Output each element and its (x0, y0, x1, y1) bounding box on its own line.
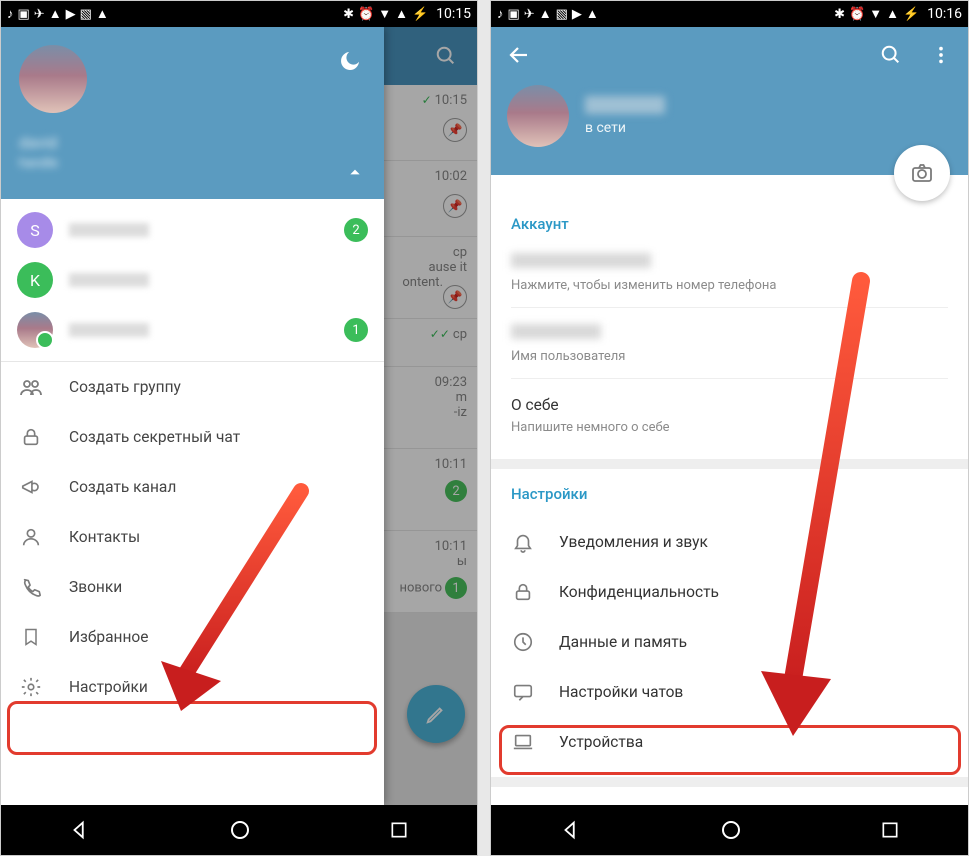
menu-new-channel[interactable]: Создать канал (1, 462, 384, 512)
setting-label: Данные и память (559, 633, 687, 651)
menu-label: Создать группу (69, 378, 181, 396)
status-icons-left: ♪▣✈▲▧▶▲ (497, 6, 599, 22)
android-nav-bar (491, 805, 968, 855)
menu-label: Контакты (69, 528, 140, 546)
profile-handle: handle (19, 156, 366, 171)
section-title: Аккаунт (511, 215, 948, 233)
back-button[interactable] (507, 43, 531, 71)
phone-left: ♪▣✈▲▶▧▲ ✱⏰▼▲⚡ 10:15 ✓ 10:15📌 10:02📌 срau… (0, 0, 478, 856)
clock-icon (511, 630, 535, 654)
drawer-menu: Создать группу Создать секретный чат Соз… (1, 362, 384, 805)
back-button[interactable] (560, 819, 582, 841)
home-button[interactable] (228, 818, 252, 842)
unread-badge: 1 (344, 318, 368, 342)
chat-icon (511, 680, 535, 704)
settings-chats[interactable]: Настройки чатов (511, 667, 948, 717)
menu-label: Создать канал (69, 478, 176, 496)
group-icon (19, 375, 43, 399)
account-item[interactable]: S 2 (1, 205, 384, 255)
main-toolbar (382, 27, 477, 85)
new-message-fab[interactable] (407, 685, 465, 743)
menu-label: Создать секретный чат (69, 428, 240, 446)
bio-field[interactable]: О себе Напишите немного о себе (511, 389, 948, 449)
menu-label: Избранное (69, 628, 148, 646)
account-avatar (17, 312, 53, 348)
android-nav-bar (1, 805, 477, 855)
settings-data[interactable]: Данные и память (511, 617, 948, 667)
profile-name (585, 96, 665, 114)
status-time: 10:16 (927, 6, 962, 22)
person-icon (19, 525, 43, 549)
menu-contacts[interactable]: Контакты (1, 512, 384, 562)
back-button[interactable] (69, 819, 91, 841)
status-bar: ♪▣✈▲▧▶▲ ✱⏰▼▲⚡ 10:16 (491, 1, 968, 27)
bell-icon (511, 530, 535, 554)
more-icon[interactable] (930, 44, 952, 70)
account-avatar: K (17, 262, 53, 298)
navigation-drawer: david handle S 2 K 1 (1, 27, 384, 805)
settings-notifications[interactable]: Уведомления и звук (511, 517, 948, 567)
menu-label: Звонки (69, 578, 122, 596)
setting-label: Устройства (559, 733, 643, 751)
gear-icon (19, 675, 43, 699)
account-item[interactable]: K (1, 255, 384, 305)
account-list: S 2 K 1 (1, 199, 384, 362)
setting-label: Конфиденциальность (559, 583, 719, 601)
recents-button[interactable] (880, 820, 900, 840)
profile-status: в сети (585, 120, 665, 136)
status-bar: ♪▣✈▲▶▧▲ ✱⏰▼▲⚡ 10:15 (1, 1, 477, 27)
night-mode-toggle[interactable] (338, 49, 362, 77)
unread-badge: 2 (344, 218, 368, 242)
profile-avatar[interactable] (507, 85, 569, 147)
profile-avatar[interactable] (19, 45, 87, 113)
lock-icon (19, 425, 43, 449)
bookmark-icon (19, 625, 43, 649)
drawer-header: david handle (1, 27, 384, 199)
account-toggle[interactable] (348, 164, 362, 183)
menu-settings[interactable]: Настройки (1, 662, 384, 712)
setting-label: Настройки чатов (559, 683, 683, 701)
search-icon[interactable] (435, 45, 457, 67)
settings-section: Настройки Уведомления и звук Конфиденциа… (491, 469, 968, 787)
laptop-icon (511, 730, 535, 754)
status-icons-right: ✱⏰▼▲⚡ 10:16 (834, 6, 962, 22)
menu-secret-chat[interactable]: Создать секретный чат (1, 412, 384, 462)
search-icon[interactable] (880, 44, 902, 70)
settings-devices[interactable]: Устройства (511, 717, 948, 767)
phone-field[interactable]: Нажмите, чтобы изменить номер телефона (511, 247, 948, 308)
status-time: 10:15 (436, 6, 471, 22)
settings-header: в сети (491, 27, 968, 175)
phone-right: ♪▣✈▲▧▶▲ ✱⏰▼▲⚡ 10:16 в сети Аккаунт (490, 0, 969, 856)
menu-saved[interactable]: Избранное (1, 612, 384, 662)
account-item[interactable]: 1 (1, 305, 384, 355)
profile-name: david (19, 133, 366, 152)
phone-icon (19, 575, 43, 599)
chat-list-background: ✓ 10:15📌 10:02📌 срause itontent. 📌 ✓✓ ср… (382, 27, 477, 805)
change-photo-button[interactable] (894, 145, 950, 201)
status-icons-right: ✱⏰▼▲⚡ 10:15 (343, 6, 471, 22)
account-avatar: S (17, 212, 53, 248)
menu-label: Настройки (69, 678, 148, 696)
lock-icon (511, 580, 535, 604)
recents-button[interactable] (389, 820, 409, 840)
status-icons-left: ♪▣✈▲▶▧▲ (7, 6, 109, 22)
section-title: Настройки (511, 485, 948, 503)
menu-new-group[interactable]: Создать группу (1, 362, 384, 412)
account-section: Аккаунт Нажмите, чтобы изменить номер те… (491, 175, 968, 469)
setting-label: Уведомления и звук (559, 533, 708, 551)
menu-calls[interactable]: Звонки (1, 562, 384, 612)
settings-privacy[interactable]: Конфиденциальность (511, 567, 948, 617)
username-field[interactable]: Имя пользователя (511, 318, 948, 379)
megaphone-icon (19, 475, 43, 499)
home-button[interactable] (719, 818, 743, 842)
